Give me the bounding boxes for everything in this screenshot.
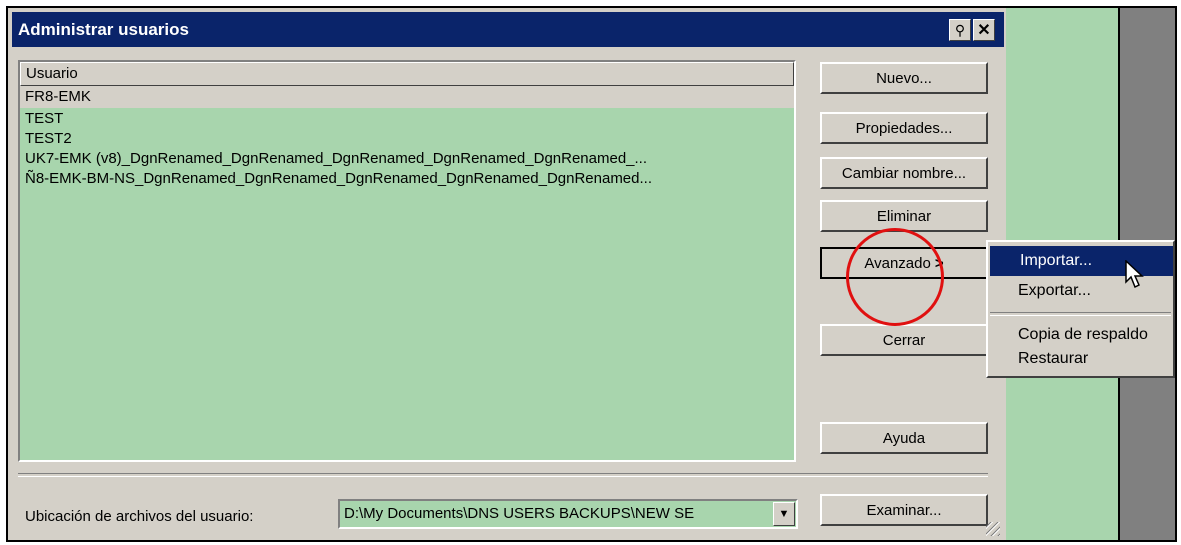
resize-grip[interactable] (986, 522, 1000, 536)
rename-button[interactable]: Cambiar nombre... (820, 157, 988, 189)
separator (18, 473, 988, 477)
properties-button[interactable]: Propiedades... (820, 112, 988, 144)
help-button[interactable]: Ayuda (820, 422, 988, 454)
location-label: Ubicación de archivos del usuario: (25, 508, 254, 525)
new-button[interactable]: Nuevo... (820, 62, 988, 94)
user-list[interactable]: Usuario FR8-EMK TEST TEST2 UK7-EMK (v8)_… (18, 60, 796, 462)
list-item[interactable]: TEST2 (20, 128, 794, 150)
location-combobox[interactable]: D:\My Documents\DNS USERS BACKUPS\NEW SE… (338, 499, 798, 529)
list-item[interactable]: TEST (20, 108, 794, 130)
help-icon: ⚲ (954, 21, 966, 38)
menu-item-backup[interactable]: Copia de respaldo (988, 322, 1173, 348)
close-button[interactable]: Cerrar (820, 324, 988, 356)
list-item[interactable]: FR8-EMK (20, 86, 794, 108)
column-header-usuario[interactable]: Usuario (20, 62, 794, 86)
list-item[interactable]: UK7-EMK (v8)_DgnRenamed_DgnRenamed_DgnRe… (20, 148, 794, 170)
highlight-circle (846, 228, 944, 326)
browse-button[interactable]: Examinar... (820, 494, 988, 526)
menu-separator (990, 312, 1171, 316)
menu-item-restore[interactable]: Restaurar (988, 348, 1173, 370)
mouse-pointer-icon (1125, 260, 1144, 289)
dialog-title: Administrar usuarios (18, 19, 189, 39)
help-pin-button[interactable]: ⚲ (949, 19, 971, 41)
close-window-button[interactable]: ✕ (973, 19, 995, 41)
dialog-title-bar: Administrar usuarios ⚲ ✕ (12, 12, 1004, 47)
location-value: D:\My Documents\DNS USERS BACKUPS\NEW SE (344, 505, 695, 522)
list-item[interactable]: Ñ8-EMK-BM-NS_DgnRenamed_DgnRenamed_DgnRe… (20, 168, 794, 190)
dropdown-arrow-icon[interactable]: ▼ (773, 502, 795, 526)
delete-button[interactable]: Eliminar (820, 200, 988, 232)
close-icon: ✕ (977, 22, 991, 39)
